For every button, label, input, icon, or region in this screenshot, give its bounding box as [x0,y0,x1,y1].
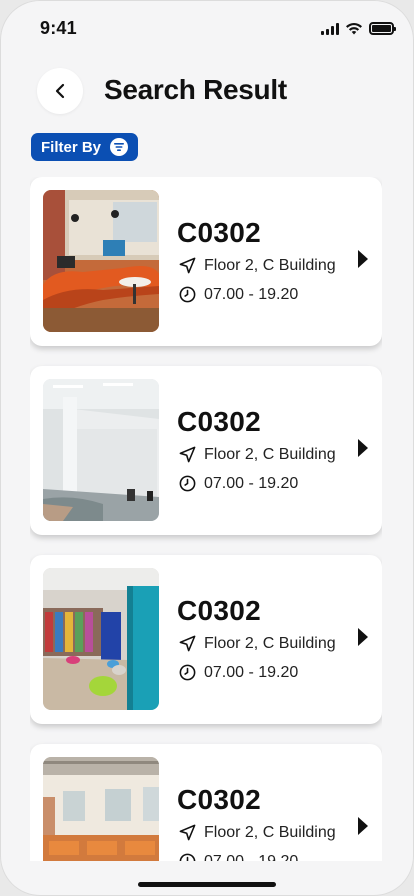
clock-icon [179,664,196,681]
room-code: C0302 [177,217,262,248]
play-arrow-icon[interactable] [358,628,368,646]
result-card[interactable]: C0302 Floor 2, C Building 07.00 - 19.20 [30,366,382,535]
navigation-arrow-icon [179,824,196,841]
hours-row: 07.00 - 19.20 [178,663,298,682]
location-text: Floor 2, C Building [204,445,336,463]
clock-icon [179,286,196,303]
location-row: Floor 2, C Building [178,634,336,653]
back-button[interactable] [37,68,83,114]
hours-row: 07.00 - 19.20 [178,474,298,493]
result-card[interactable]: C0302 Floor 2, C Building 07.00 - 19.20 [30,177,382,346]
status-time: 9:41 [40,18,77,38]
location-text: Floor 2, C Building [204,256,336,274]
hours-row: 07.00 - 19.20 [178,285,298,304]
location-text: Floor 2, C Building [204,634,336,652]
clock-icon [179,853,196,861]
status-icons [321,22,396,35]
phone-screen: 9:41 Search Result Filter By C0302 Floor… [0,0,414,896]
room-photo [43,379,159,521]
hours-text: 07.00 - 19.20 [204,285,299,303]
battery-icon [369,22,396,35]
room-photo [43,568,159,710]
filter-button[interactable]: Filter By [31,133,139,161]
room-code: C0302 [177,595,262,626]
cellular-signal-icon [321,22,339,35]
filter-label: Filter By [41,138,102,156]
room-code: C0302 [177,784,262,815]
location-row: Floor 2, C Building [178,823,336,842]
result-card[interactable]: C0302 Floor 2, C Building 07.00 - 19.20 [30,744,382,861]
hours-text: 07.00 - 19.20 [204,852,299,862]
filter-icon [110,138,129,156]
chevron-left-icon [55,83,65,99]
play-arrow-icon[interactable] [358,817,368,835]
results-list[interactable]: C0302 Floor 2, C Building 07.00 - 19.20 [30,177,382,861]
navigation-arrow-icon [179,446,196,463]
hours-row: 07.00 - 19.20 [178,852,298,861]
room-photo [43,190,159,332]
status-bar: 9:41 [0,0,414,58]
room-photo [43,757,159,861]
page-title: Search Result [104,74,287,105]
result-card[interactable]: C0302 Floor 2, C Building 07.00 - 19.20 [30,555,382,724]
location-row: Floor 2, C Building [178,445,336,464]
navigation-arrow-icon [179,257,196,274]
hours-text: 07.00 - 19.20 [204,663,299,681]
wifi-icon [346,22,362,35]
play-arrow-icon[interactable] [358,250,368,268]
location-text: Floor 2, C Building [204,823,336,841]
hours-text: 07.00 - 19.20 [204,474,299,492]
navigation-arrow-icon [179,635,196,652]
home-indicator[interactable] [138,882,276,887]
clock-icon [179,475,196,492]
room-code: C0302 [177,406,262,437]
play-arrow-icon[interactable] [358,439,368,457]
location-row: Floor 2, C Building [178,256,336,275]
